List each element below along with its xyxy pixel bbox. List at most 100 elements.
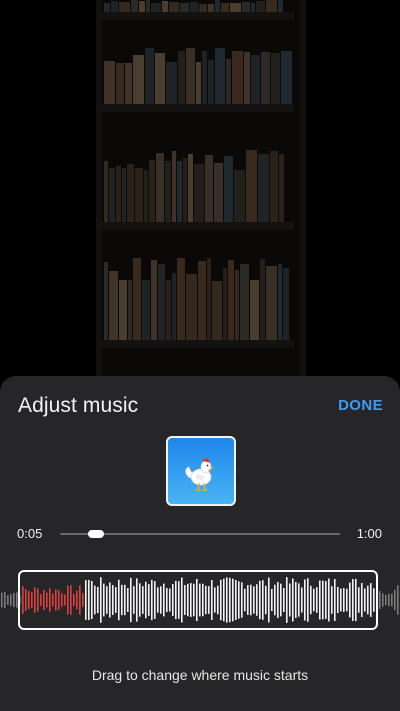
- waveform-bar: [391, 593, 393, 607]
- book-spine: [202, 50, 207, 104]
- book-spine: [208, 3, 214, 12]
- book-spine: [139, 1, 145, 12]
- end-time: 1:00: [356, 526, 382, 541]
- book-spine: [221, 2, 229, 12]
- done-button[interactable]: DONE: [338, 397, 383, 414]
- hint-text: Drag to change where music starts: [91, 667, 309, 683]
- book-spine: [166, 279, 171, 340]
- book-spine: [131, 0, 138, 12]
- book-row: [104, 46, 292, 104]
- book-spine: [261, 51, 270, 104]
- book-spine: [177, 257, 185, 340]
- book-spine: [109, 271, 118, 340]
- book-spine: [133, 54, 144, 104]
- background-photo: [0, 0, 400, 390]
- book-spine: [127, 164, 134, 222]
- book-spine: [109, 168, 115, 222]
- waveform-selection-frame[interactable]: [18, 570, 378, 630]
- book-spine: [116, 166, 121, 222]
- waveform-bar: [382, 593, 384, 607]
- waveform-bar: [388, 593, 390, 607]
- book-spine: [155, 52, 165, 104]
- book-spine: [278, 263, 282, 340]
- book-spine: [111, 1, 118, 12]
- book-spine: [194, 163, 204, 222]
- book-spine: [104, 60, 115, 104]
- book-row: [104, 0, 288, 12]
- screen: Adjust music DONE 0:05 1:00 Drag to chan…: [0, 0, 400, 711]
- book-spine: [128, 279, 132, 340]
- waveform-bar: [397, 585, 399, 615]
- book-spine: [232, 51, 243, 104]
- book-spine: [258, 154, 269, 222]
- book-spine: [260, 259, 265, 340]
- book-spine: [122, 167, 126, 222]
- shelf-board: [96, 340, 294, 348]
- book-spine: [146, 0, 150, 12]
- book-spine: [156, 153, 164, 222]
- book-row: [104, 256, 289, 340]
- book-spine: [266, 0, 277, 12]
- progress-thumb[interactable]: [88, 530, 105, 538]
- book-spine: [125, 62, 132, 104]
- start-time: 0:05: [17, 526, 43, 541]
- book-spine: [224, 156, 233, 222]
- book-spine: [242, 2, 250, 12]
- book-spine: [207, 258, 211, 340]
- book-spine: [151, 3, 161, 12]
- book-spine: [104, 261, 108, 340]
- book-spine: [186, 47, 195, 104]
- book-spine: [162, 0, 168, 12]
- book-spine: [151, 260, 157, 340]
- book-spine: [250, 280, 259, 340]
- album-art: [166, 436, 236, 506]
- book-spine: [172, 272, 176, 340]
- book-spine: [104, 2, 110, 12]
- book-spine: [223, 268, 227, 340]
- waveform-bar: [13, 592, 15, 608]
- shelf-board: [96, 222, 294, 230]
- shelf-board: [96, 12, 294, 20]
- book-spine: [235, 270, 239, 340]
- book-spine: [196, 61, 201, 104]
- waveform-bar: [394, 589, 396, 611]
- shelf-board: [96, 104, 294, 112]
- book-spine: [215, 48, 225, 104]
- book-row: [104, 148, 288, 222]
- book-spine: [271, 52, 280, 104]
- book-spine: [172, 151, 176, 222]
- book-spine: [212, 281, 222, 340]
- book-spine: [228, 259, 234, 340]
- book-spine: [246, 149, 257, 222]
- book-spine: [278, 0, 283, 12]
- book-spine: [214, 162, 223, 222]
- book-spine: [188, 154, 193, 222]
- book-spine: [251, 3, 255, 12]
- sheet-title: Adjust music: [18, 394, 139, 417]
- book-spine: [119, 280, 127, 340]
- book-spine: [177, 160, 182, 222]
- book-spine: [169, 2, 179, 12]
- book-spine: [158, 263, 165, 340]
- book-spine: [244, 52, 250, 104]
- waveform-bar: [4, 592, 6, 608]
- book-spine: [135, 167, 143, 222]
- book-spine: [251, 54, 260, 104]
- book-spine: [205, 155, 213, 222]
- book-spine: [133, 257, 141, 340]
- waveform-bar: [385, 594, 387, 606]
- rooster-icon: [185, 458, 214, 491]
- book-spine: [180, 3, 189, 12]
- book-spine: [186, 273, 197, 340]
- waveform-bar: [379, 591, 381, 609]
- book-spine: [281, 50, 292, 104]
- book-spine: [270, 151, 278, 222]
- book-spine: [230, 2, 241, 12]
- book-spine: [283, 268, 289, 340]
- waveform-bar: [10, 594, 12, 606]
- book-spine: [116, 62, 124, 104]
- book-spine: [104, 161, 108, 222]
- book-spine: [256, 0, 265, 12]
- book-spine: [119, 2, 130, 12]
- book-spine: [198, 260, 206, 340]
